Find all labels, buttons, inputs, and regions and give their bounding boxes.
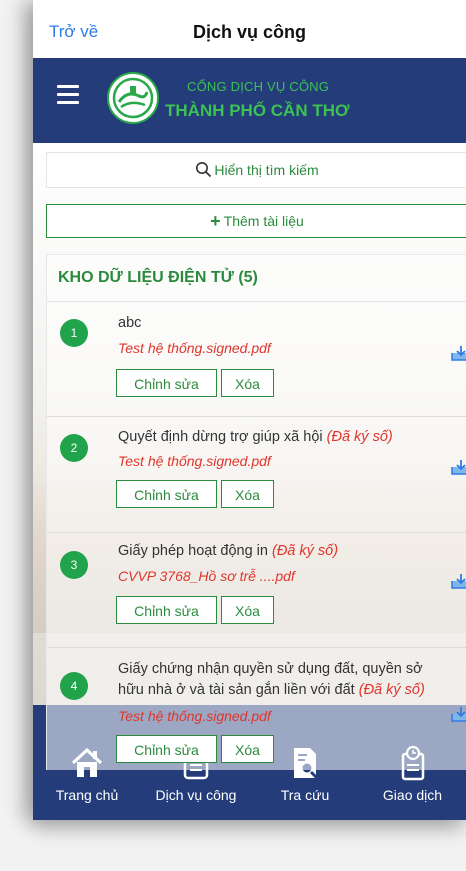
show-search-label: Hiển thị tìm kiếm	[214, 162, 319, 178]
item-name-line2: hữu nhà ở và tài sản gắn liền với đất (Đ…	[118, 682, 425, 698]
edit-button[interactable]: Chỉnh sửa	[116, 480, 217, 508]
item-name: Quyết định dừng trợ giúp xã hội (Đã ký s…	[118, 429, 393, 445]
signed-badge: (Đã ký số)	[271, 543, 339, 559]
delete-button[interactable]: Xóa	[221, 369, 274, 397]
tab-transaction-label: Giao dịch	[382, 787, 443, 803]
delete-button[interactable]: Xóa	[221, 735, 274, 763]
portal-subtitle: CỔNG DỊCH VỤ CÔNG	[187, 79, 330, 94]
item-separator	[47, 416, 466, 417]
city-logo	[107, 72, 159, 124]
panel-divider	[47, 301, 466, 302]
item-name: Giấy phép hoạt động in (Đã ký số)	[118, 543, 338, 559]
edit-button[interactable]: Chỉnh sửa	[116, 596, 217, 624]
item-separator	[47, 647, 466, 648]
tab-transaction[interactable]: Giao dịch	[359, 745, 466, 820]
tab-public-service[interactable]: Dịch vụ công	[141, 746, 251, 820]
item-number-badge: 3	[60, 551, 88, 579]
item-file-link[interactable]: Test hệ thống.signed.pdf	[118, 340, 271, 356]
page-title: Dịch vụ công	[192, 22, 306, 42]
tab-lookup[interactable]: Tra cứu	[251, 748, 359, 820]
tab-home[interactable]: Trang chủ	[33, 747, 141, 820]
content-area: Hiển thị tìm kiếm + Thêm tài liệu KHO DỮ …	[33, 143, 466, 770]
item-name-text: hữu nhà ở và tài sản gắn liền với đất	[118, 682, 355, 698]
download-icon[interactable]	[450, 572, 466, 590]
edit-button[interactable]: Chỉnh sửa	[116, 369, 217, 397]
item-name-text: Giấy phép hoạt động in	[118, 543, 268, 559]
panel-title: KHO DỮ LIỆU ĐIỆN TỬ (5)	[58, 269, 258, 286]
item-file-link[interactable]: Test hệ thống.signed.pdf	[118, 453, 271, 469]
download-icon[interactable]	[450, 705, 466, 723]
delete-button[interactable]: Xóa	[221, 596, 274, 624]
plus-icon: +	[210, 211, 221, 231]
phone-screen: Trở về Dịch vụ công CỔNG DỊCH VỤ CÔNG TH…	[33, 0, 466, 820]
item-name: abc	[118, 315, 142, 331]
add-document-button[interactable]: + Thêm tài liệu	[46, 204, 466, 238]
download-icon[interactable]	[450, 344, 466, 362]
portal-title: THÀNH PHỐ CẦN THƠ	[165, 101, 350, 120]
edit-button[interactable]: Chỉnh sửa	[116, 735, 217, 763]
item-separator	[47, 532, 466, 533]
menu-icon[interactable]	[57, 85, 79, 105]
tab-public-service-label: Dịch vụ công	[155, 787, 237, 803]
bottom-tab-bar: Trang chủ Dịch vụ công Tra cứu Giao dịch	[33, 745, 466, 820]
navigation-bar: Trở về Dịch vụ công	[33, 0, 466, 59]
search-icon	[196, 162, 212, 178]
e-data-store-panel: KHO DỮ LIỆU ĐIỆN TỬ (5) 1 abc Test hệ th…	[46, 254, 466, 770]
tab-home-label: Trang chủ	[55, 787, 119, 803]
tab-lookup-label: Tra cứu	[280, 787, 330, 803]
item-number-badge: 2	[60, 434, 88, 462]
item-number-badge: 1	[60, 319, 88, 347]
add-document-label: Thêm tài liệu	[223, 213, 304, 229]
delete-button[interactable]: Xóa	[221, 480, 274, 508]
signed-badge: (Đã ký số)	[358, 682, 425, 698]
portal-header: CỔNG DỊCH VỤ CÔNG THÀNH PHỐ CẦN THƠ	[33, 58, 466, 143]
item-file-link[interactable]: CVVP 3768_Hồ sơ trễ ....pdf	[118, 568, 295, 584]
signed-badge: (Đã ký số)	[326, 429, 393, 445]
download-icon[interactable]	[450, 458, 466, 476]
item-number-badge: 4	[60, 672, 88, 700]
item-file-link[interactable]: Test hệ thống.signed.pdf	[118, 708, 271, 724]
show-search-button[interactable]: Hiển thị tìm kiếm	[46, 152, 466, 188]
item-name-line1: Giấy chứng nhận quyền sử dụng đất, quyền…	[118, 661, 423, 677]
item-name-text: Quyết định dừng trợ giúp xã hội	[118, 429, 323, 445]
